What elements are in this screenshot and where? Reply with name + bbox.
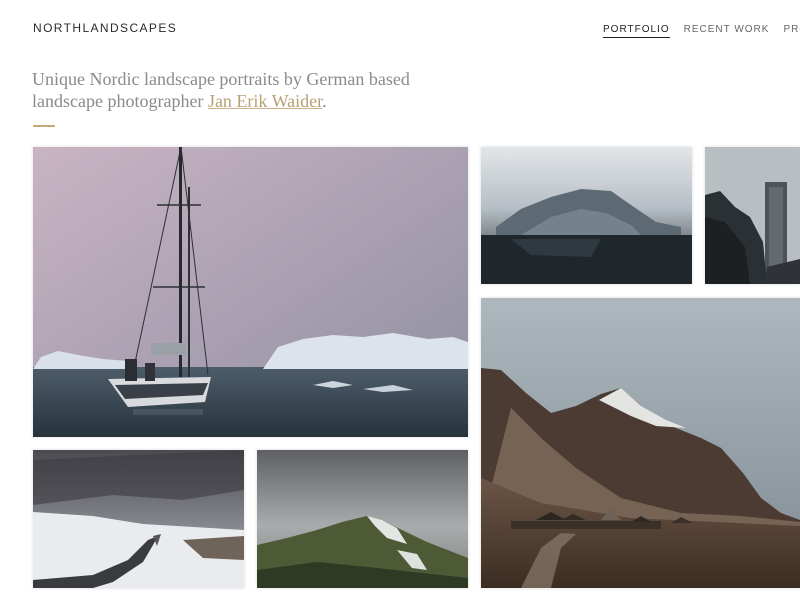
main-nav: PORTFOLIO RECENT WORK PROF: [603, 24, 800, 38]
nav-portfolio[interactable]: PORTFOLIO: [603, 24, 670, 38]
photo-misty-green-mountain[interactable]: [257, 450, 468, 588]
photo-sailboat-icebergs[interactable]: [33, 147, 468, 437]
intro-text-after: .: [322, 91, 327, 111]
mountain-village-image: [481, 298, 800, 588]
snowy-road-image: [33, 450, 244, 588]
photographer-link[interactable]: Jan Erik Waider: [208, 91, 322, 111]
intro-text: Unique Nordic landscape portraits by Ger…: [32, 68, 412, 112]
nav-profile[interactable]: PROF: [783, 24, 800, 38]
sailboat-icebergs-image: [33, 147, 468, 437]
foggy-iceberg-image: [481, 147, 692, 284]
site-logo[interactable]: NORTHLANDSCAPES: [33, 21, 177, 35]
nav-recent-work[interactable]: RECENT WORK: [684, 24, 770, 38]
dark-rocks-image: [705, 147, 800, 284]
photo-mountain-village[interactable]: [481, 298, 800, 588]
accent-rule: [33, 125, 55, 127]
misty-green-mountain-image: [257, 450, 468, 588]
photo-snowy-road[interactable]: [33, 450, 244, 588]
photo-dark-rocks[interactable]: [705, 147, 800, 284]
photo-foggy-iceberg[interactable]: [481, 147, 692, 284]
